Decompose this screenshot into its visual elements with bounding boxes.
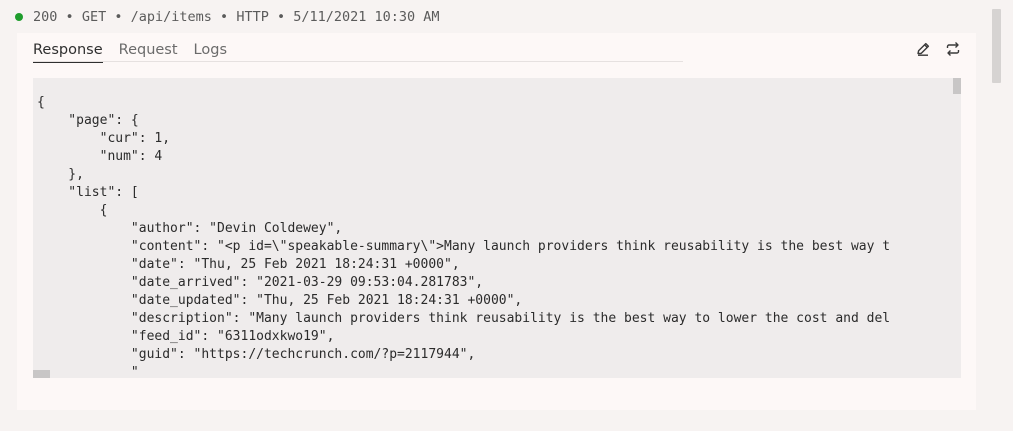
code-vertical-scrollbar[interactable]: [953, 78, 961, 378]
response-panel: Response Request Logs { "page": { "cur":…: [17, 33, 976, 410]
separator: •: [276, 9, 286, 25]
separator: •: [65, 9, 74, 25]
request-status-line: 200 • GET • /api/items • HTTP • 5/11/202…: [15, 8, 440, 26]
tab-request[interactable]: Request: [119, 41, 178, 61]
tab-response[interactable]: Response: [33, 41, 103, 63]
vertical-scroll-thumb[interactable]: [953, 78, 961, 94]
panel-toolbar: [915, 41, 961, 57]
page-scrollbar-thumb[interactable]: [992, 9, 1001, 83]
pencil-icon[interactable]: [915, 41, 931, 57]
response-json-text: { "page": { "cur": 1, "num": 4 }, "list"…: [37, 95, 891, 378]
horizontal-scroll-thumb[interactable]: [33, 370, 50, 378]
request-timestamp: 5/11/2021 10:30 AM: [293, 9, 440, 25]
tab-bar: Response Request Logs: [33, 41, 683, 63]
status-code: 200: [33, 9, 58, 25]
status-dot-icon: [15, 13, 23, 21]
repeat-arrows-icon[interactable]: [945, 41, 961, 57]
response-body-viewer[interactable]: { "page": { "cur": 1, "num": 4 }, "list"…: [33, 78, 961, 378]
separator: •: [220, 9, 229, 25]
tab-logs[interactable]: Logs: [194, 41, 227, 61]
request-protocol: HTTP: [236, 9, 269, 25]
request-method: GET: [81, 9, 107, 25]
separator: •: [114, 9, 123, 25]
code-horizontal-scrollbar[interactable]: [33, 370, 953, 378]
request-path: /api/items: [130, 9, 212, 25]
